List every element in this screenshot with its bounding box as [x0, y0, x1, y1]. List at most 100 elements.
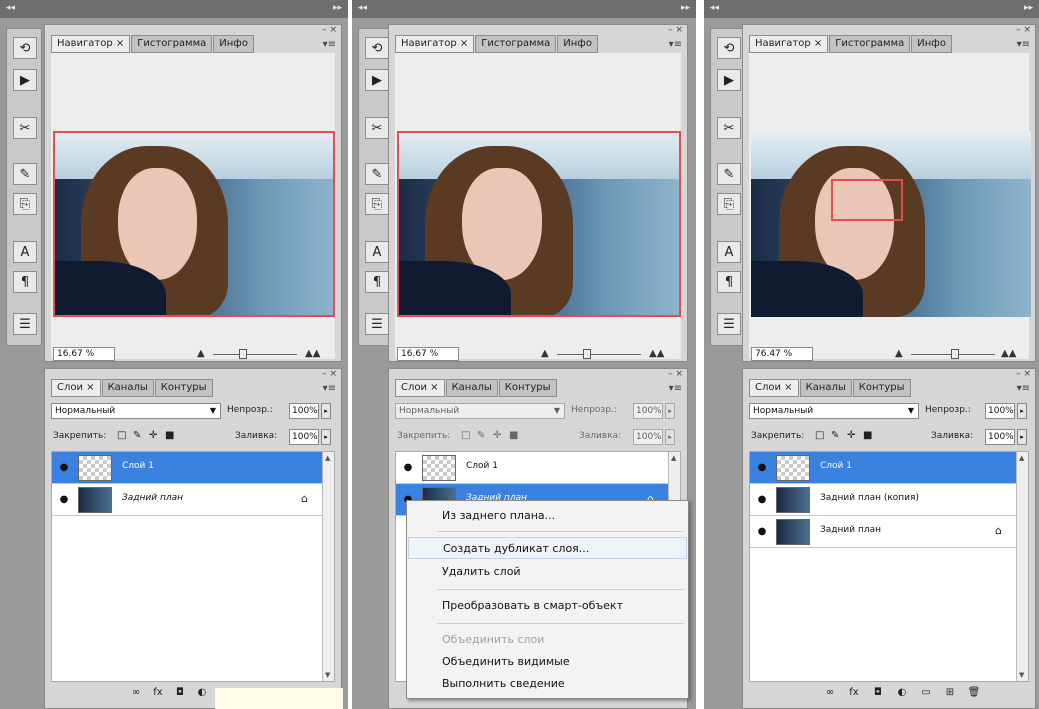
add-mask-icon[interactable]: ◘	[171, 687, 189, 703]
zoom-out-icon[interactable]: ▲	[895, 348, 903, 359]
layer-comps-icon[interactable]: ☰	[365, 313, 389, 335]
fill-stepper[interactable]: ▸	[1017, 429, 1027, 445]
tab-histogram[interactable]: Гистограмма	[131, 35, 213, 53]
brushes-icon[interactable]: ✎	[13, 163, 37, 185]
history-icon[interactable]: ⟲	[717, 37, 741, 59]
lock-all-icon[interactable]: ■	[509, 430, 518, 441]
lock-pixels-icon[interactable]: ✎	[477, 430, 485, 441]
actions-icon[interactable]: ▶	[717, 69, 741, 91]
opacity-field[interactable]: 100%	[985, 403, 1015, 419]
zoom-out-icon[interactable]: ▲	[541, 348, 549, 359]
paragraph-icon[interactable]: ¶	[365, 271, 389, 293]
lock-pixels-icon[interactable]: ✎	[133, 430, 141, 441]
tab-paths[interactable]: Контуры	[154, 379, 213, 397]
clone-source-icon[interactable]: ⎘	[13, 193, 37, 215]
panel-window-controls[interactable]: – ×	[322, 369, 337, 379]
tab-layers[interactable]: Слои ×	[395, 379, 445, 397]
blend-mode-select[interactable]: Нормальный ▼	[749, 403, 919, 419]
tab-layers[interactable]: Слои ×	[51, 379, 101, 397]
fill-stepper[interactable]: ▸	[665, 429, 675, 445]
character-icon[interactable]: A	[717, 241, 741, 263]
lock-all-icon[interactable]: ■	[165, 430, 174, 441]
opacity-field[interactable]: 100%	[289, 403, 319, 419]
lock-position-icon[interactable]: ✛	[149, 430, 157, 441]
tools-icon[interactable]: ✂	[365, 117, 389, 139]
view-proxy-box[interactable]	[53, 131, 335, 317]
history-icon[interactable]: ⟲	[365, 37, 389, 59]
eye-icon[interactable]: ●	[54, 458, 74, 478]
layer-row[interactable]: ● Задний план ⌂	[52, 484, 322, 516]
delete-layer-icon[interactable]: 🗑	[965, 687, 983, 703]
opacity-stepper[interactable]: ▸	[321, 403, 331, 419]
tab-navigator[interactable]: Навигатор ×	[749, 35, 829, 53]
panel-menu-icon[interactable]: ▾≡	[669, 383, 682, 394]
layers-scrollbar[interactable]: ▲▼	[322, 452, 334, 681]
scroll-up-icon[interactable]: ▲	[671, 454, 676, 462]
fx-icon[interactable]: fx	[845, 687, 863, 703]
opacity-stepper[interactable]: ▸	[665, 403, 675, 419]
zoom-slider[interactable]	[557, 354, 641, 355]
lock-all-icon[interactable]: ■	[863, 430, 872, 441]
panel-menu-icon[interactable]: ▾≡	[1017, 39, 1030, 50]
actions-icon[interactable]: ▶	[365, 69, 389, 91]
zoom-in-icon[interactable]: ▲▲	[1001, 348, 1016, 359]
tab-paths[interactable]: Контуры	[852, 379, 911, 397]
zoom-field[interactable]: 16.67 %	[53, 347, 115, 361]
panel-menu-icon[interactable]: ▾≡	[323, 39, 336, 50]
tab-navigator[interactable]: Навигатор ×	[51, 35, 131, 53]
tab-layers[interactable]: Слои ×	[749, 379, 799, 397]
brushes-icon[interactable]: ✎	[365, 163, 389, 185]
expand-icon[interactable]: ▸▸	[1024, 3, 1033, 13]
fill-field[interactable]: 100%	[985, 429, 1015, 445]
tab-channels[interactable]: Каналы	[799, 379, 852, 397]
eye-icon[interactable]: ●	[752, 490, 772, 510]
adjustment-layer-icon[interactable]: ◐	[893, 687, 911, 703]
scroll-up-icon[interactable]: ▲	[1019, 454, 1024, 462]
panel-window-controls[interactable]: – ×	[1016, 369, 1031, 379]
panel-window-controls[interactable]: – ×	[668, 369, 683, 379]
zoom-field[interactable]: 16.67 %	[397, 347, 459, 361]
panel-menu-icon[interactable]: ▾≡	[323, 383, 336, 394]
adjustment-layer-icon[interactable]: ◐	[193, 687, 211, 703]
zoom-slider[interactable]	[213, 354, 297, 355]
view-proxy-box[interactable]	[397, 131, 681, 317]
menu-item-from-background[interactable]: Из заднего плана...	[408, 505, 687, 527]
tab-info[interactable]: Инфо	[557, 35, 598, 53]
scroll-down-icon[interactable]: ▼	[1019, 671, 1024, 679]
tab-histogram[interactable]: Гистограмма	[475, 35, 557, 53]
layer-row[interactable]: ● Слой 1	[52, 452, 322, 484]
lock-transparency-icon[interactable]: □	[461, 430, 470, 441]
character-icon[interactable]: A	[13, 241, 37, 263]
lock-position-icon[interactable]: ✛	[493, 430, 501, 441]
lock-transparency-icon[interactable]: □	[117, 430, 126, 441]
history-icon[interactable]: ⟲	[13, 37, 37, 59]
lock-transparency-icon[interactable]: □	[815, 430, 824, 441]
tab-info[interactable]: Инфо	[911, 35, 952, 53]
panel-window-controls[interactable]: – ×	[668, 25, 683, 35]
zoom-field[interactable]: 76.47 %	[751, 347, 813, 361]
brushes-icon[interactable]: ✎	[717, 163, 741, 185]
layer-row[interactable]: ● Задний план ⌂	[750, 516, 1016, 548]
scroll-down-icon[interactable]: ▼	[325, 671, 330, 679]
menu-item-flatten-image[interactable]: Выполнить сведение	[408, 673, 687, 695]
menu-item-merge-visible[interactable]: Объединить видимые	[408, 651, 687, 673]
layer-row[interactable]: ● Слой 1	[396, 452, 668, 484]
menu-item-delete-layer[interactable]: Удалить слой	[408, 561, 687, 583]
tools-icon[interactable]: ✂	[717, 117, 741, 139]
panel-window-controls[interactable]: – ×	[322, 25, 337, 35]
tab-channels[interactable]: Каналы	[445, 379, 498, 397]
scroll-up-icon[interactable]: ▲	[325, 454, 330, 462]
tab-channels[interactable]: Каналы	[101, 379, 154, 397]
character-icon[interactable]: A	[365, 241, 389, 263]
tab-histogram[interactable]: Гистограмма	[829, 35, 911, 53]
opacity-field[interactable]: 100%	[633, 403, 663, 419]
tab-paths[interactable]: Контуры	[498, 379, 557, 397]
eye-icon[interactable]: ●	[54, 490, 74, 510]
tab-navigator[interactable]: Навигатор ×	[395, 35, 475, 53]
clone-source-icon[interactable]: ⎘	[717, 193, 741, 215]
opacity-stepper[interactable]: ▸	[1017, 403, 1027, 419]
layer-comps-icon[interactable]: ☰	[13, 313, 37, 335]
actions-icon[interactable]: ▶	[13, 69, 37, 91]
zoom-slider-knob[interactable]	[239, 349, 247, 359]
lock-position-icon[interactable]: ✛	[847, 430, 855, 441]
